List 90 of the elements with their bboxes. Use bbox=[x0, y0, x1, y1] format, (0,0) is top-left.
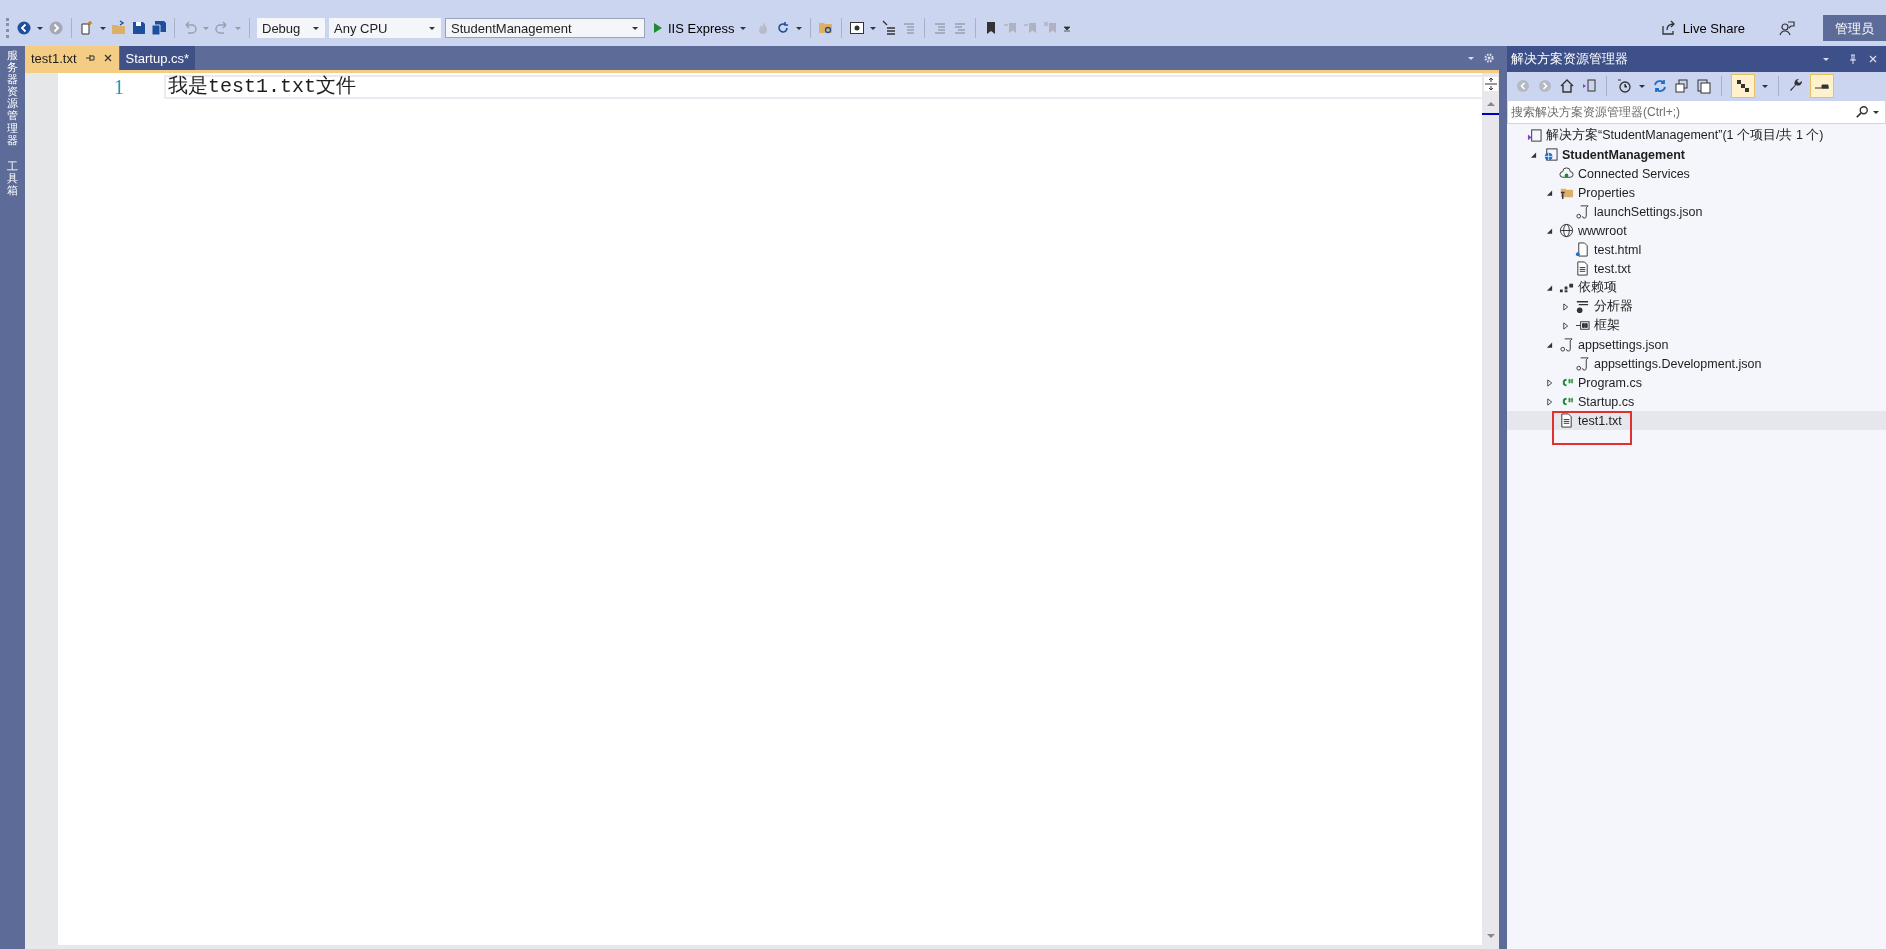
dropdown-caret-icon[interactable] bbox=[631, 24, 639, 32]
feedback-person-icon[interactable] bbox=[1779, 20, 1795, 36]
new-project-icon[interactable] bbox=[79, 20, 95, 36]
tree-item[interactable]: Program.cs bbox=[1507, 373, 1886, 392]
pin-icon[interactable] bbox=[84, 53, 95, 63]
copy-pages-icon[interactable] bbox=[1696, 78, 1712, 94]
text-file-icon bbox=[1559, 413, 1574, 428]
tree-item[interactable]: Startup.cs bbox=[1507, 392, 1886, 411]
json-file-icon bbox=[1559, 337, 1574, 352]
live-share-button[interactable]: Live Share bbox=[1654, 19, 1751, 37]
sync-icon[interactable] bbox=[1652, 78, 1668, 94]
json-file-icon bbox=[1575, 204, 1590, 219]
collapsed-arrow-icon[interactable] bbox=[1561, 302, 1569, 311]
collapse-all-icon[interactable] bbox=[1674, 78, 1690, 94]
tree-item[interactable]: test.txt bbox=[1507, 259, 1886, 278]
line-number: 1 bbox=[113, 75, 125, 99]
tree-item[interactable]: Properties bbox=[1507, 183, 1886, 202]
expanded-arrow-icon[interactable] bbox=[1529, 150, 1537, 159]
split-icon[interactable] bbox=[1483, 77, 1498, 91]
scroll-up-icon[interactable] bbox=[1485, 101, 1496, 107]
tree-item[interactable]: 分析器 bbox=[1507, 297, 1886, 316]
text-file-icon bbox=[1575, 261, 1590, 276]
overflow-caret-icon[interactable] bbox=[1063, 24, 1072, 32]
panel-title: 解决方案资源管理器 bbox=[1511, 50, 1628, 68]
scroll-down-icon[interactable] bbox=[1485, 933, 1496, 939]
json-file-icon bbox=[1575, 356, 1590, 371]
dropdown-caret-icon[interactable] bbox=[1638, 82, 1646, 90]
open-folder-icon[interactable] bbox=[111, 20, 127, 36]
play-icon[interactable] bbox=[653, 22, 663, 34]
admin-badge[interactable]: 管理员 bbox=[1823, 15, 1886, 41]
search-input[interactable]: 搜索解决方案资源管理器(Ctrl+;) bbox=[1511, 105, 1852, 119]
share-icon[interactable] bbox=[1660, 20, 1677, 36]
dropdown-caret-icon[interactable] bbox=[739, 24, 748, 32]
home-icon[interactable] bbox=[1559, 78, 1575, 94]
side-tab[interactable]: 服务器资源管理器 bbox=[7, 50, 18, 147]
solution-switch-icon[interactable] bbox=[1581, 78, 1597, 94]
globe-icon bbox=[1559, 223, 1574, 238]
tree-item[interactable]: 依赖项 bbox=[1507, 278, 1886, 297]
expanded-arrow-icon[interactable] bbox=[1545, 340, 1553, 349]
tree-item[interactable]: appsettings.Development.json bbox=[1507, 354, 1886, 373]
tree-item[interactable]: 框架 bbox=[1507, 316, 1886, 335]
dropdown-caret-icon[interactable] bbox=[1872, 108, 1880, 116]
search-box[interactable]: 搜索解决方案资源管理器(Ctrl+;) bbox=[1507, 100, 1886, 124]
cloud-icon bbox=[1559, 166, 1574, 181]
cursor-list-icon[interactable] bbox=[881, 20, 898, 36]
folder-search-icon[interactable] bbox=[818, 20, 835, 36]
collapsed-arrow-icon[interactable] bbox=[1545, 378, 1553, 387]
configuration-dropdown[interactable]: Debug bbox=[257, 18, 325, 38]
tree-item[interactable]: Connected Services bbox=[1507, 164, 1886, 183]
history-icon[interactable] bbox=[1616, 78, 1632, 94]
web-project-icon bbox=[1543, 147, 1558, 162]
settings-icon[interactable] bbox=[1483, 52, 1495, 64]
tree-item[interactable]: appsettings.json bbox=[1507, 335, 1886, 354]
dropdown-caret-icon[interactable] bbox=[312, 24, 320, 32]
vertical-scrollbar[interactable] bbox=[1482, 73, 1499, 945]
tree-item[interactable]: StudentManagement bbox=[1507, 145, 1886, 164]
framework-icon bbox=[1575, 318, 1590, 333]
tree-item[interactable]: test1.txt bbox=[1507, 411, 1886, 430]
expanded-arrow-icon[interactable] bbox=[1545, 226, 1553, 235]
back-icon[interactable] bbox=[16, 20, 32, 36]
side-tab[interactable]: 工具箱 bbox=[7, 160, 18, 198]
tree-item[interactable]: launchSettings.json bbox=[1507, 202, 1886, 221]
dropdown-caret-icon[interactable] bbox=[795, 24, 804, 32]
tree-item[interactable]: test.html bbox=[1507, 240, 1886, 259]
editor-tab[interactable]: Startup.cs* bbox=[119, 46, 196, 70]
close-icon[interactable] bbox=[102, 53, 113, 63]
dropdown-caret-icon[interactable] bbox=[1761, 82, 1769, 90]
save-icon[interactable] bbox=[131, 20, 147, 36]
tree-item[interactable]: wwwroot bbox=[1507, 221, 1886, 240]
run-button[interactable]: IIS Express bbox=[649, 20, 752, 36]
browser-window-icon[interactable] bbox=[849, 20, 866, 36]
collapsed-arrow-icon[interactable] bbox=[1561, 321, 1569, 330]
editor-tab[interactable]: test1.txt bbox=[25, 46, 119, 70]
expanded-arrow-icon[interactable] bbox=[1545, 188, 1553, 197]
solution-icon bbox=[1527, 128, 1542, 143]
code-line[interactable]: 我是test1.txt文件 bbox=[164, 75, 1482, 99]
dropdown-caret-icon[interactable] bbox=[1822, 55, 1830, 63]
analyzer-icon bbox=[1575, 299, 1590, 314]
platform-dropdown[interactable]: Any CPU bbox=[329, 18, 441, 38]
dropdown-caret-icon[interactable] bbox=[36, 24, 44, 32]
expanded-arrow-icon[interactable] bbox=[1545, 283, 1553, 292]
html-file-icon bbox=[1575, 242, 1590, 257]
dropdown-caret-icon[interactable] bbox=[99, 24, 107, 32]
search-icon[interactable] bbox=[1855, 105, 1869, 119]
save-all-icon[interactable] bbox=[151, 20, 167, 36]
collapsed-arrow-icon[interactable] bbox=[1545, 397, 1553, 406]
tree-item[interactable]: 解决方案“StudentManagement”(1 个项目/共 1 个) bbox=[1507, 126, 1886, 145]
dropdown-caret-icon[interactable] bbox=[428, 24, 436, 32]
startup-project-dropdown[interactable]: StudentManagement bbox=[445, 18, 645, 38]
dropdown-caret-icon[interactable] bbox=[869, 24, 878, 32]
